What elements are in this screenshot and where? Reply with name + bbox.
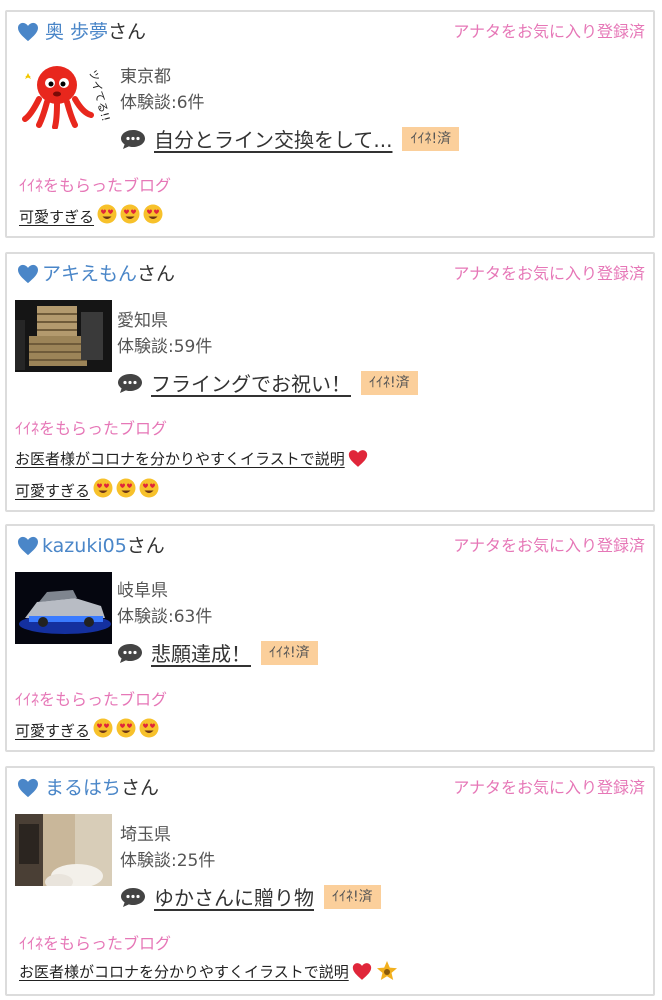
blog-title-link[interactable]: フライングでお祝い！	[151, 368, 351, 397]
received-blogs-title: ｲｲﾈをもらったブログ	[15, 690, 168, 709]
iine-done-badge: ｲｲﾈ!済	[361, 370, 418, 395]
favorite-status-link[interactable]: アナタをお気に入り登録済	[453, 260, 645, 284]
heart-icon	[18, 22, 38, 42]
star-badge-icon	[376, 961, 397, 980]
latest-blog: フライングでお祝い！ ｲｲﾈ!済	[117, 368, 418, 397]
received-blog-link[interactable]: 可愛すぎる	[15, 478, 159, 502]
heart-icon	[18, 536, 38, 556]
user-card: kazuki05さん アナタをお気に入り登録済 岐阜県 体験談:63件 悲願達成…	[5, 524, 655, 752]
avatar[interactable]	[15, 572, 112, 644]
prefecture: 埼玉県	[120, 825, 171, 845]
heart-eyes-emoji-icon	[90, 478, 159, 502]
blog-title-link[interactable]: 自分とライン交換をして...	[154, 124, 392, 153]
prefecture: 愛知県	[117, 311, 168, 331]
received-blog-link[interactable]: お医者様がコロナを分かりやすくイラストで説明	[19, 960, 398, 982]
user-name[interactable]: アキえもんさん	[42, 262, 175, 286]
iine-done-badge: ｲｲﾈ!済	[261, 640, 318, 665]
prefecture: 岐阜県	[117, 581, 168, 601]
received-blogs-title: ｲｲﾈをもらったブログ	[19, 934, 172, 953]
latest-blog: ゆかさんに贈り物 ｲｲﾈ!済	[120, 882, 381, 911]
received-blogs-title: ｲｲﾈをもらったブログ	[15, 419, 168, 438]
heart-eyes-emoji-icon	[90, 718, 159, 742]
iine-done-badge: ｲｲﾈ!済	[402, 126, 460, 151]
red-heart-emoji-icon	[348, 450, 367, 467]
user-name[interactable]: 奥 歩夢さん	[45, 20, 146, 44]
user-card: まるはちさん アナタをお気に入り登録済 埼玉県 体験談:25件 ゆかさんに贈り物…	[5, 766, 655, 996]
favorite-status-link[interactable]: アナタをお気に入り登録済	[453, 774, 645, 798]
red-heart-emoji-icon	[352, 962, 371, 980]
latest-blog: 自分とライン交換をして... ｲｲﾈ!済	[120, 124, 460, 153]
speech-bubble-icon	[118, 373, 142, 393]
avatar[interactable]	[15, 814, 112, 886]
avatar[interactable]	[15, 300, 112, 372]
received-blog-link[interactable]: お医者様がコロナを分かりやすくイラストで説明	[15, 448, 368, 469]
experience-count: 体験談:25件	[120, 851, 216, 871]
prefecture: 東京都	[120, 67, 171, 87]
iine-done-badge: ｲｲﾈ!済	[324, 884, 381, 909]
speech-bubble-icon	[118, 643, 142, 663]
heart-icon	[18, 264, 38, 284]
favorite-status-link[interactable]: アナタをお気に入り登録済	[453, 18, 645, 42]
experience-count: 体験談:59件	[117, 337, 213, 357]
heart-icon	[18, 778, 38, 798]
experience-count: 体験談:6件	[120, 93, 205, 113]
favorite-status-link[interactable]: アナタをお気に入り登録済	[453, 532, 645, 556]
speech-bubble-icon	[121, 129, 145, 149]
heart-eyes-emoji-icon	[94, 204, 163, 228]
avatar[interactable]: ツイてる!!	[15, 57, 112, 129]
received-blogs-title: ｲｲﾈをもらったブログ	[19, 176, 172, 195]
user-card: 奥 歩夢さん アナタをお気に入り登録済 ツイてる!! 東京都 体験談:6件 自分…	[5, 10, 655, 238]
experience-count: 体験談:63件	[117, 607, 213, 627]
received-blog-link[interactable]: 可愛すぎる	[19, 204, 163, 228]
user-name[interactable]: まるはちさん	[45, 776, 159, 800]
user-card: アキえもんさん アナタをお気に入り登録済 愛知県 体験談:59件 フライングでお…	[5, 252, 655, 512]
blog-title-link[interactable]: ゆかさんに贈り物	[154, 882, 314, 911]
user-name[interactable]: kazuki05さん	[42, 534, 165, 558]
blog-title-link[interactable]: 悲願達成！	[151, 638, 251, 667]
speech-bubble-icon	[121, 887, 145, 907]
received-blog-link[interactable]: 可愛すぎる	[15, 718, 159, 742]
latest-blog: 悲願達成！ ｲｲﾈ!済	[117, 638, 318, 667]
